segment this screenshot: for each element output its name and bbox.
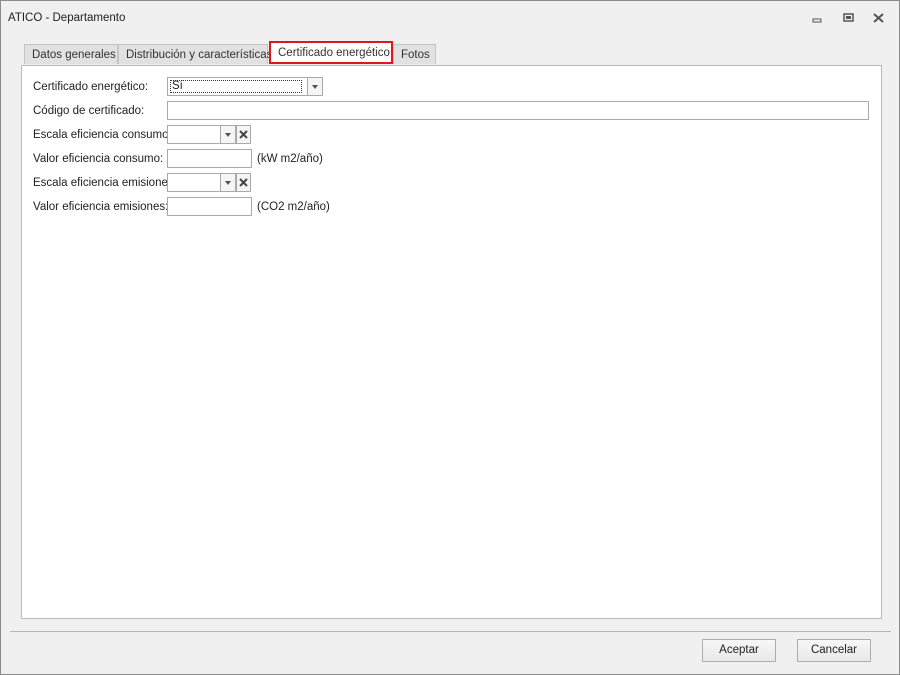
close-icon[interactable] (871, 11, 887, 25)
tab-datos-generales[interactable]: Datos generales (24, 44, 118, 64)
valor-emisiones-input[interactable] (167, 197, 252, 216)
valor-consumo-input[interactable] (167, 149, 252, 168)
maximize-icon[interactable] (841, 11, 857, 25)
dialog-body: Datos generales Distribución y caracterí… (10, 35, 891, 632)
codigo-input[interactable] (167, 101, 869, 120)
dialog-window: ATICO - Departamento Datos generales Dis… (0, 0, 900, 675)
chevron-down-icon (312, 85, 318, 89)
tab-panel: Certificado energético: Sí Código de cer… (21, 65, 882, 619)
certificado-label: Certificado energético: (33, 81, 149, 93)
valor-emisiones-label: Valor eficiencia emisiones: (33, 201, 169, 213)
chevron-down-icon (225, 133, 231, 137)
valor-consumo-label: Valor eficiencia consumo: (33, 153, 164, 165)
escala-consumo-select[interactable] (167, 125, 221, 144)
escala-emisiones-dropdown-button[interactable] (220, 173, 236, 192)
cancel-button[interactable]: Cancelar (797, 639, 871, 662)
valor-emisiones-unit: (CO2 m2/año) (257, 201, 330, 213)
escala-consumo-clear-button[interactable] (236, 125, 251, 144)
certificado-value: Sí (170, 80, 302, 93)
tab-distribucion[interactable]: Distribución y características (118, 44, 272, 64)
certificado-dropdown-button[interactable] (307, 77, 323, 96)
escala-consumo-dropdown-button[interactable] (220, 125, 236, 144)
window-title: ATICO - Departamento (8, 12, 126, 24)
valor-consumo-unit: (kW m2/año) (257, 153, 323, 165)
title-bar: ATICO - Departamento (1, 1, 899, 35)
minimize-icon[interactable] (809, 11, 825, 25)
certificado-select[interactable]: Sí (167, 77, 308, 96)
escala-emisiones-select[interactable] (167, 173, 221, 192)
tab-fotos[interactable]: Fotos (393, 44, 436, 64)
chevron-down-icon (225, 181, 231, 185)
clear-icon (239, 130, 248, 139)
escala-emisiones-label: Escala eficiencia emisiones: (33, 177, 177, 189)
escala-consumo-label: Escala eficiencia consumo: (33, 129, 172, 141)
escala-emisiones-clear-button[interactable] (236, 173, 251, 192)
codigo-label: Código de certificado: (33, 105, 145, 117)
tab-certificado-energetico[interactable]: Certificado energético (269, 41, 393, 64)
clear-icon (239, 178, 248, 187)
accept-button[interactable]: Aceptar (702, 639, 776, 662)
